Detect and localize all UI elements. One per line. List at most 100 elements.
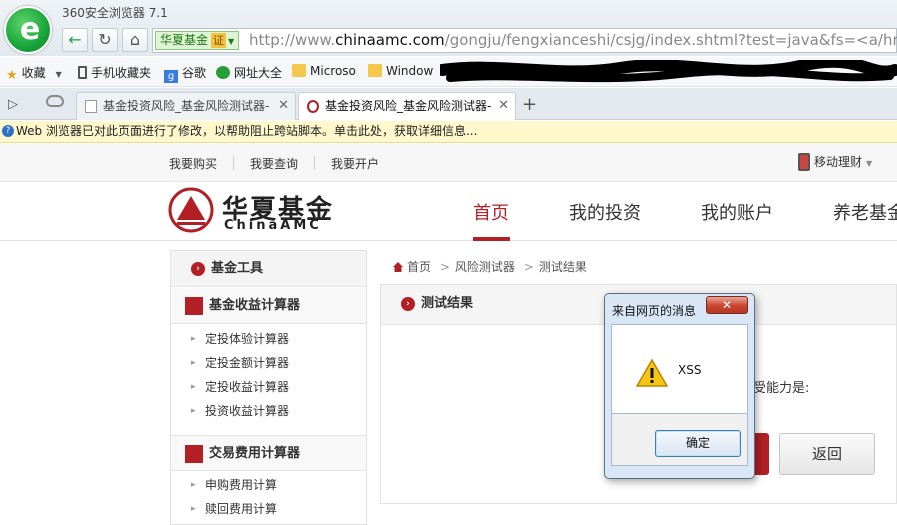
google-icon: g bbox=[164, 70, 178, 83]
breadcrumb-risk-tester[interactable]: 风险测试器 bbox=[455, 260, 515, 274]
tab-close-icon[interactable]: ✕ bbox=[494, 93, 509, 119]
bookmark-google[interactable]: g 谷歌 bbox=[164, 64, 206, 83]
screen: e 360安全浏览器 7.1 ← ↻ ⌂ 华夏基金证 ▼ http://www.c… bbox=[0, 0, 897, 525]
browser-navbar: ← ↻ ⌂ 华夏基金证 ▼ http://www.chinaamc.com/gon… bbox=[58, 26, 897, 54]
warning-icon bbox=[636, 359, 668, 387]
cert-icon: 证 bbox=[211, 33, 227, 48]
mobile-finance-link[interactable]: 移动理财 ▼ bbox=[798, 153, 872, 171]
chinaamc-logo-icon[interactable] bbox=[168, 187, 214, 233]
triangle-right-icon: ▸ bbox=[191, 334, 196, 344]
tab-label: 基金投资风险_基金风险测试器- bbox=[325, 99, 492, 113]
folder-icon bbox=[368, 64, 382, 77]
breadcrumb-home[interactable]: 首页 bbox=[407, 260, 431, 274]
calculator-icon bbox=[185, 297, 203, 315]
chevron-right-icon: > bbox=[439, 260, 450, 274]
sidebar-item-label: 投资收益计算器 bbox=[205, 404, 290, 418]
tab-strip: ▷ 基金投资风险_基金风险测试器- ✕ 基金投资风险_基金风险测试器- ✕ + bbox=[0, 88, 897, 120]
page-icon bbox=[85, 100, 97, 113]
address-bar[interactable]: 华夏基金证 ▼ http://www.chinaamc.com/gongju/fe… bbox=[152, 28, 897, 53]
tab-label: 基金投资风险_基金风险测试器- bbox=[103, 99, 270, 113]
sidebar-toggle-icon[interactable]: ▷ bbox=[8, 97, 18, 112]
sidebar-item-label: 定投体验计算器 bbox=[205, 332, 290, 346]
bookmark-label: 手机收藏夹 bbox=[91, 66, 152, 80]
dialog-footer: 确定 bbox=[611, 414, 748, 466]
sidebar-group-fees[interactable]: 交易费用计算器 bbox=[171, 435, 366, 471]
browser-titlebar: e 360安全浏览器 7.1 ← ↻ ⌂ 华夏基金证 ▼ http://www.c… bbox=[0, 0, 897, 56]
risk-capacity-text: 受能力是: bbox=[753, 381, 810, 396]
result-title: 测试结果 bbox=[421, 296, 474, 311]
triangle-right-icon: ▸ bbox=[191, 358, 196, 368]
mainnav-my-investment[interactable]: 我的投资 bbox=[569, 199, 641, 225]
fee-icon bbox=[185, 445, 203, 463]
brand-name-en: ChinaAMC bbox=[224, 218, 322, 233]
bookmark-favorites[interactable]: ★ 收藏 ▼ bbox=[6, 64, 62, 83]
app-title: 360安全浏览器 7.1 bbox=[62, 6, 168, 20]
site-topnav: 我要购买 我要查询 我要开户 移动理财 ▼ bbox=[0, 144, 897, 182]
chinaamc-favicon-icon bbox=[307, 100, 319, 113]
dialog-message: XSS bbox=[678, 363, 702, 377]
sidebar-item-sip-amount[interactable]: ▸ 定投金额计算器 bbox=[171, 351, 366, 375]
back-arrow-icon[interactable]: ← bbox=[62, 28, 88, 52]
home-icon[interactable]: ⌂ bbox=[122, 28, 148, 52]
phone-icon bbox=[78, 66, 87, 79]
site-identity-badge[interactable]: 华夏基金证 ▼ bbox=[155, 31, 240, 50]
back-button[interactable]: 返回 bbox=[779, 433, 875, 475]
chevron-right-icon: › bbox=[191, 262, 205, 276]
divider bbox=[233, 156, 234, 170]
sidebar-item-label: 定投金额计算器 bbox=[205, 356, 290, 370]
sidebar-item-label: 定投收益计算器 bbox=[205, 380, 290, 394]
sidebar-item-redemption-fee[interactable]: ▸ 赎回费用计算 bbox=[171, 497, 366, 521]
sidebar-item-sip-trial[interactable]: ▸ 定投体验计算器 bbox=[171, 327, 366, 351]
site-header: 华夏基金 ChinaAMC 首页 我的投资 我的账户 养老基金 bbox=[0, 183, 897, 241]
bookmark-folder-windows[interactable]: Window bbox=[368, 64, 433, 78]
mainnav-home[interactable]: 首页 bbox=[473, 199, 509, 225]
info-icon: ? bbox=[2, 125, 14, 137]
site-badge-label: 华夏基金 bbox=[160, 33, 209, 47]
sidebar-group-label: 基金收益计算器 bbox=[209, 298, 301, 313]
active-nav-indicator bbox=[473, 237, 510, 241]
topnav-buy[interactable]: 我要购买 bbox=[169, 155, 217, 172]
bookmark-sites[interactable]: 网址大全 bbox=[216, 64, 282, 81]
mainnav-my-account[interactable]: 我的账户 bbox=[701, 199, 773, 225]
refresh-icon[interactable]: ↻ bbox=[92, 28, 118, 52]
chevron-right-icon: › bbox=[401, 297, 415, 311]
triangle-right-icon: ▸ bbox=[191, 406, 196, 416]
home-icon bbox=[393, 262, 403, 272]
mainnav-pension-fund[interactable]: 养老基金 bbox=[833, 199, 897, 225]
browser-logo-icon[interactable]: e bbox=[4, 6, 52, 54]
cloud-icon[interactable] bbox=[46, 95, 64, 107]
alert-dialog: 来自网页的消息 ✕ XSS 确定 bbox=[604, 293, 755, 479]
sidebar-group-label: 交易费用计算器 bbox=[209, 446, 301, 461]
triangle-right-icon: ▸ bbox=[191, 480, 196, 490]
bookmark-mobile[interactable]: 手机收藏夹 bbox=[78, 64, 151, 81]
sidebar-group-returns[interactable]: 基金收益计算器 bbox=[171, 288, 366, 324]
infobar-text: Web 浏览器已对此页面进行了修改，以帮助阻止跨站脚本。单击此处，获取详细信息.… bbox=[16, 124, 478, 138]
bookmark-label: Window bbox=[386, 64, 434, 78]
url-text[interactable]: http://www.chinaamc.com/gongju/fengxianc… bbox=[249, 31, 897, 50]
breadcrumb-result: 测试结果 bbox=[538, 260, 587, 274]
sidebar-head-label: 基金工具 bbox=[211, 261, 264, 276]
dialog-close-button[interactable]: ✕ bbox=[706, 296, 748, 314]
url-host: chinaamc.com bbox=[335, 31, 445, 49]
folder-icon bbox=[292, 64, 306, 77]
triangle-right-icon: ▸ bbox=[191, 382, 196, 392]
triangle-right-icon: ▸ bbox=[191, 504, 196, 514]
xss-filter-infobar[interactable]: ? Web 浏览器已对此页面进行了修改，以帮助阻止跨站脚本。单击此处，获取详细信… bbox=[0, 121, 897, 143]
tab-close-icon[interactable]: ✕ bbox=[274, 93, 289, 119]
sidebar-item-sip-return[interactable]: ▸ 定投收益计算器 bbox=[171, 375, 366, 399]
ok-button[interactable]: 确定 bbox=[655, 430, 741, 457]
tab-1[interactable]: 基金投资风险_基金风险测试器- ✕ bbox=[76, 92, 296, 120]
bookmark-folder-microsoft[interactable]: Microso bbox=[292, 64, 356, 78]
breadcrumb: 首页 > 风险测试器 > 测试结果 bbox=[393, 258, 587, 275]
topnav-query[interactable]: 我要查询 bbox=[250, 155, 298, 172]
sidebar-item-investment-return[interactable]: ▸ 投资收益计算器 bbox=[171, 399, 366, 423]
fund-tools-sidebar: › 基金工具 基金收益计算器 ▸ 定投体验计算器 ▸ 定投金额计算器 ▸ 定投收益计算… bbox=[170, 250, 367, 525]
sidebar-item-subscription-fee[interactable]: ▸ 申购费用计算 bbox=[171, 473, 366, 497]
redaction-scribble bbox=[440, 60, 897, 83]
chevron-down-icon: ▼ bbox=[866, 159, 873, 168]
tab-2[interactable]: 基金投资风险_基金风险测试器- ✕ bbox=[298, 92, 516, 120]
new-tab-button[interactable]: + bbox=[522, 94, 537, 115]
chevron-down-icon: ▼ bbox=[55, 70, 62, 79]
url-prefix: http://www. bbox=[249, 31, 336, 49]
topnav-open-account[interactable]: 我要开户 bbox=[331, 155, 379, 172]
